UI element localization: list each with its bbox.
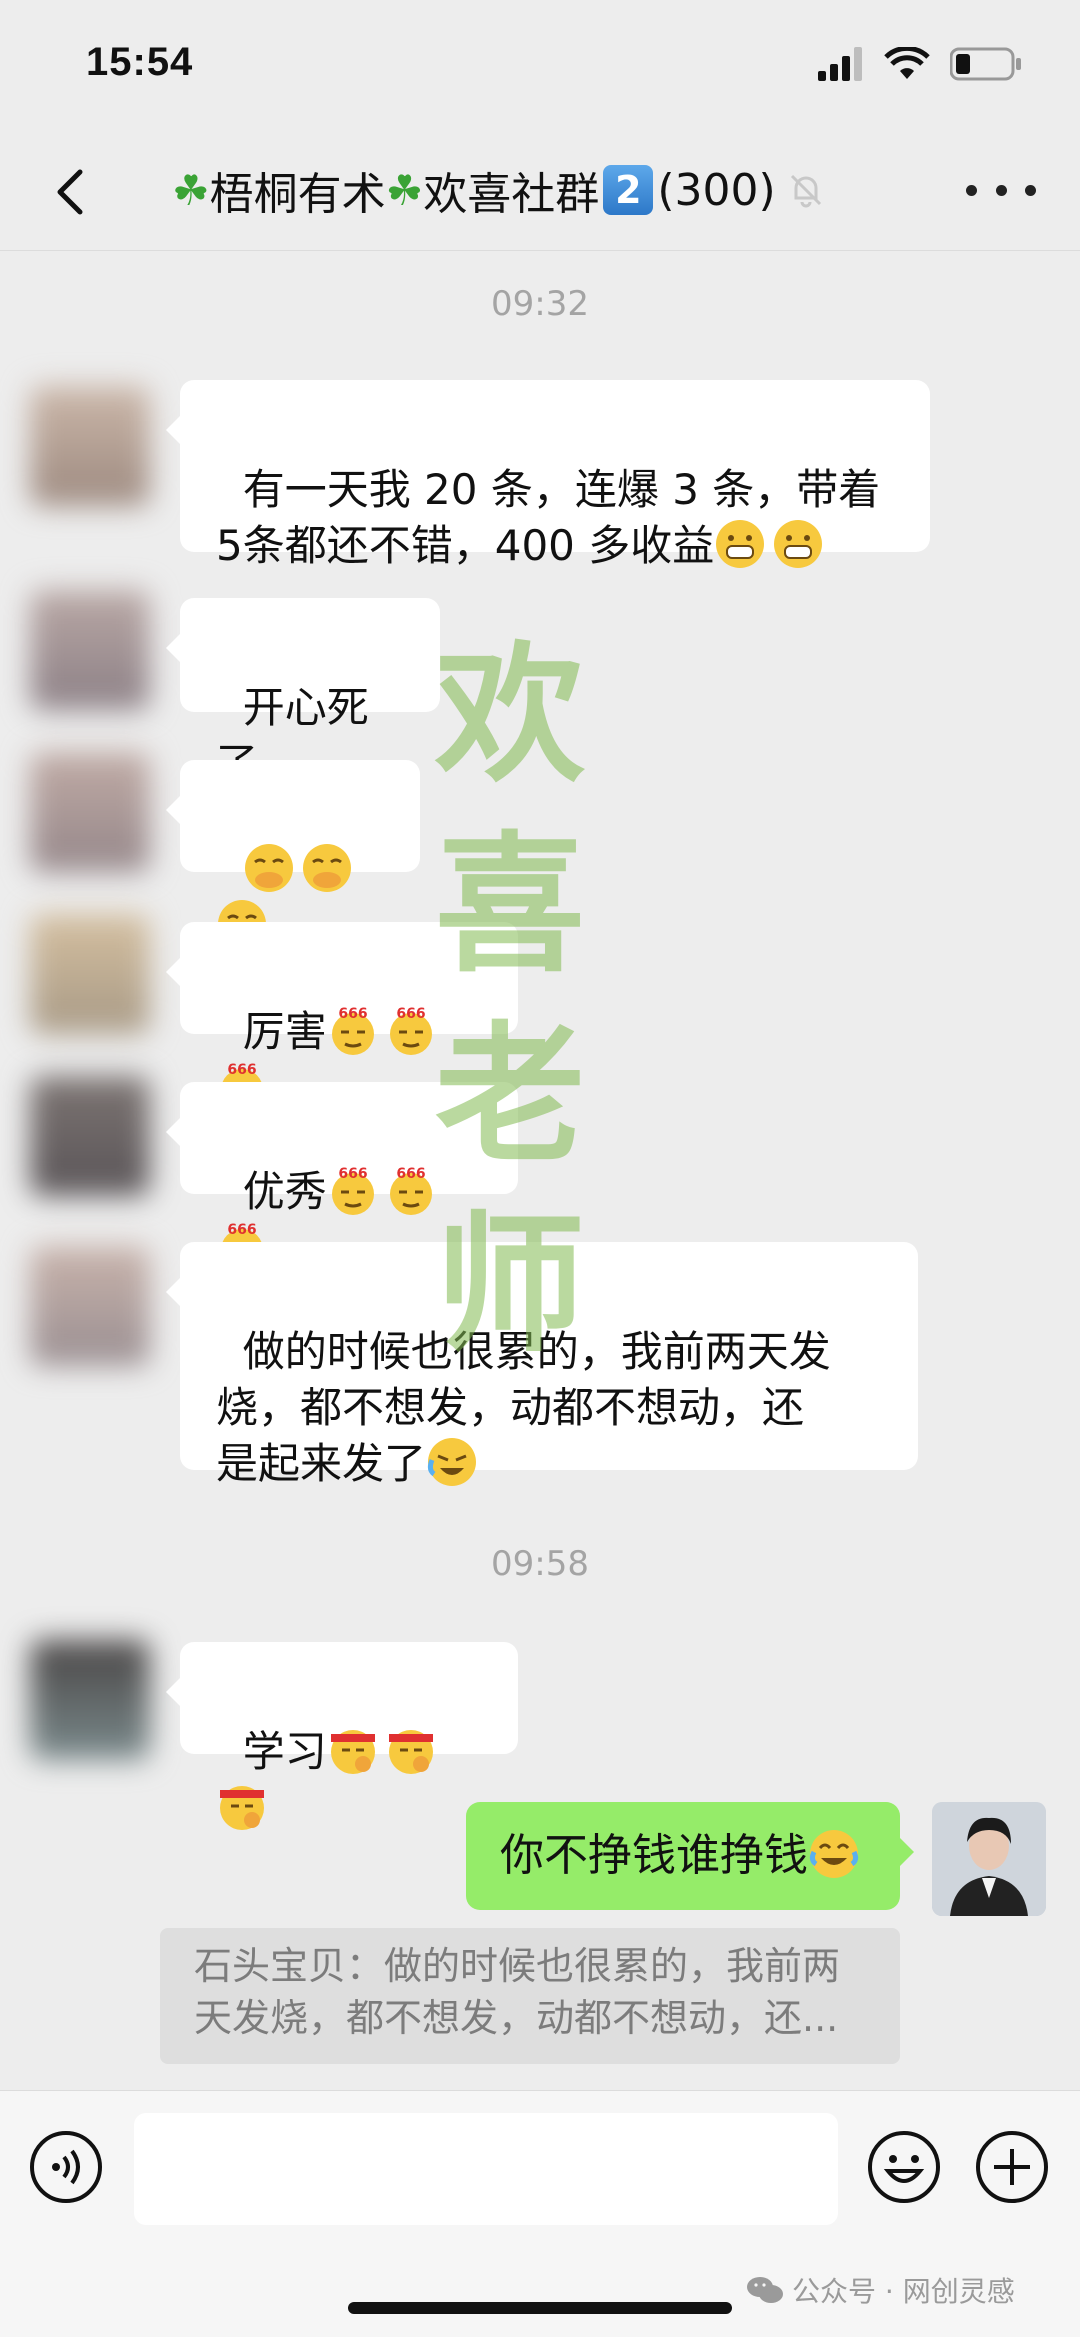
dot-icon <box>966 184 977 196</box>
face-with-hand-over-mouth-icon <box>244 844 293 892</box>
666-emoji-icon: 666 <box>389 1006 432 1055</box>
message-text: 学习 <box>242 1727 327 1776</box>
message-bubble[interactable]: 学习 <box>166 1642 518 1830</box>
avatar[interactable] <box>30 1076 150 1196</box>
plus-icon[interactable] <box>974 2129 1050 2205</box>
message-bubble[interactable]: 厉害 666 666 666 <box>166 922 518 1111</box>
quoted-text: 石头宝贝：做的时候也很累的，我前两 天发烧，都不想发，动都不想动，还... <box>194 1944 841 2040</box>
message-input[interactable] <box>134 2113 838 2225</box>
message-bubble[interactable]: 开心死了 <box>166 598 440 788</box>
grinning-face-icon <box>774 520 823 568</box>
headband-fist-face-icon <box>388 1730 433 1774</box>
emoji-picker-icon[interactable] <box>866 2129 942 2205</box>
face-with-hand-over-mouth-icon <box>302 844 351 892</box>
self-message-text: 你不挣钱谁挣钱 <box>500 1830 808 1881</box>
avatar[interactable] <box>30 752 150 872</box>
self-avatar[interactable] <box>932 1802 1046 1916</box>
clover-icon: ☘ <box>172 165 210 215</box>
grinning-face-icon <box>716 520 765 568</box>
avatar[interactable] <box>30 1246 150 1366</box>
666-emoji-icon: 666 <box>331 1166 374 1215</box>
timestamp: 09:58 <box>491 1544 589 1584</box>
666-emoji-icon: 666 <box>389 1166 432 1215</box>
chat-title-part1: 梧桐有术 <box>209 169 386 220</box>
svg-text:666: 666 <box>338 1006 367 1022</box>
number-badge: 2 <box>603 165 654 215</box>
avatar[interactable] <box>30 386 150 506</box>
battery-icon <box>950 47 1021 81</box>
message-bubble[interactable]: 有一天我 20 条，连爆 3 条，带着 5条都还不错，400 多收益 <box>166 380 930 570</box>
avatar[interactable] <box>30 914 150 1034</box>
avatar[interactable] <box>30 1640 150 1760</box>
voice-input-icon[interactable] <box>28 2129 104 2205</box>
status-time: 15:54 <box>86 40 194 84</box>
self-message-bubble[interactable]: 你不挣钱谁挣钱 <box>466 1802 914 1910</box>
dot-icon <box>1025 184 1036 196</box>
back-arrow-icon[interactable] <box>40 162 100 222</box>
avatar[interactable] <box>30 590 150 710</box>
more-options-button[interactable] <box>966 170 1036 210</box>
wechat-logo-icon <box>747 2277 783 2303</box>
status-icons <box>818 46 1022 82</box>
headband-fist-face-icon <box>220 1786 264 1830</box>
message-text: 优秀 <box>242 1167 327 1216</box>
member-count: (300) <box>657 164 776 216</box>
footer-watermark: 公众号 · 网创灵感 <box>746 2270 1015 2310</box>
signal-icon <box>818 47 862 81</box>
wifi-icon <box>884 47 930 79</box>
svg-text:666: 666 <box>227 1222 256 1238</box>
svg-text:666: 666 <box>227 1062 256 1078</box>
message-bubble[interactable]: 优秀 666 666 666 <box>166 1082 518 1271</box>
tears-of-joy-icon <box>809 1830 859 1878</box>
message-text: 厉害 <box>242 1007 327 1056</box>
clover-icon: ☘ <box>385 165 424 215</box>
message-bubble[interactable] <box>166 760 420 948</box>
chat-header: ☘ 梧桐有术 ☘ 欢喜社群 2 (300) <box>0 130 1080 251</box>
person-portrait-icon <box>932 1802 1046 1916</box>
svg-text:666: 666 <box>396 1006 425 1022</box>
message-text: 做的时候也很累的，我前两天发 烧，都不想发，动都不想动，还 是起来发了 <box>216 1327 831 1488</box>
message-bubble[interactable]: 做的时候也很累的，我前两天发 烧，都不想发，动都不想动，还 是起来发了 <box>166 1242 918 1488</box>
footer-label: 公众号 · 网创灵感 <box>792 2275 1015 2308</box>
dot-icon <box>995 184 1007 196</box>
laughing-crying-face-icon <box>427 1438 477 1486</box>
quoted-message[interactable]: 石头宝贝：做的时候也很累的，我前两 天发烧，都不想发，动都不想动，还... <box>160 1928 900 2064</box>
svg-text:666: 666 <box>338 1166 367 1182</box>
chat-title[interactable]: ☘ 梧桐有术 ☘ 欢喜社群 2 (300) <box>172 160 912 220</box>
timestamp: 09:32 <box>491 284 589 324</box>
chat-title-part2: 欢喜社群 <box>423 169 600 220</box>
mute-bell-icon <box>790 174 821 208</box>
home-indicator[interactable] <box>348 2302 732 2314</box>
666-emoji-icon: 666 <box>331 1006 374 1055</box>
svg-text:666: 666 <box>396 1166 425 1182</box>
status-bar: 15:54 <box>0 0 1080 130</box>
headband-fist-face-icon <box>330 1730 375 1774</box>
